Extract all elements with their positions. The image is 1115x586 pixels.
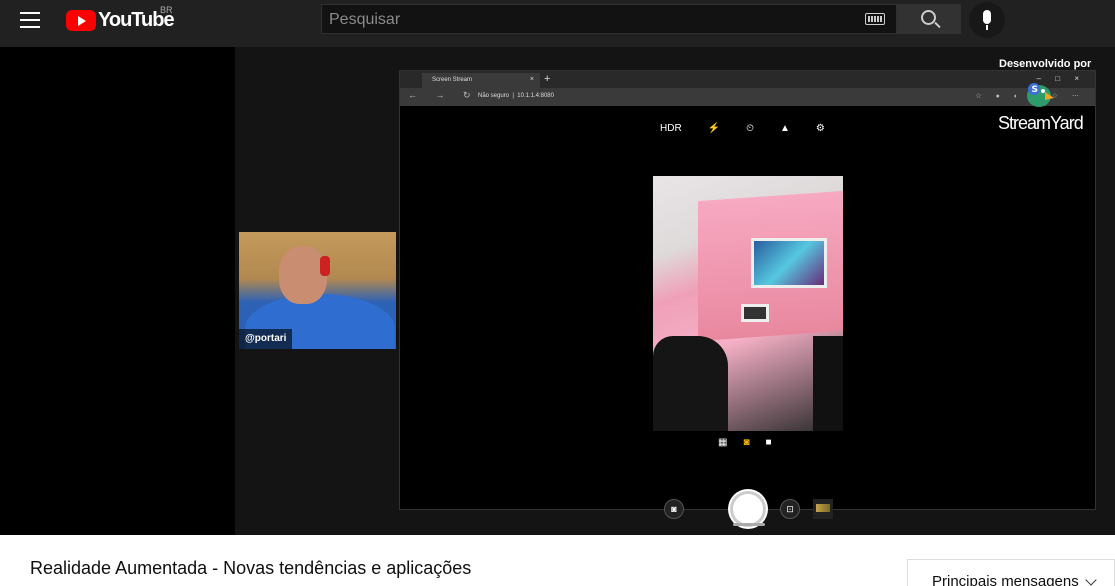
scan-icon: ⊡ <box>780 499 800 519</box>
branding-title: Desenvolvido por <box>999 58 1092 70</box>
shared-browser-window: Screen Stream × + – □ × ← → ↻ Não seguro… <box>399 70 1096 527</box>
security-label: Não seguro <box>478 93 510 99</box>
home-indicator <box>733 523 765 526</box>
flash-icon: ⚡ <box>707 123 721 134</box>
settings-icon: ⚙ <box>815 123 825 134</box>
menu-icon[interactable] <box>20 12 40 28</box>
timer-icon: ⏲ <box>746 123 754 134</box>
switch-camera-icon: ◙ <box>664 499 684 519</box>
webcam-feed: @portari <box>239 232 396 349</box>
video-title: Realidade Aumentada - Novas tendências e… <box>30 558 472 578</box>
person-head <box>279 246 327 304</box>
camera-preview <box>653 176 843 431</box>
hdr-icon: HDR <box>660 123 682 134</box>
dark-object <box>813 336 843 431</box>
video-player[interactable]: Screen Stream × + – □ × ← → ↻ Não seguro… <box>0 47 1115 535</box>
ar-marker <box>741 304 769 322</box>
camera-top-icons: HDR ⚡ ⏲ ▲ ⚙ <box>660 123 825 134</box>
search-icon <box>921 10 936 25</box>
youtube-logo[interactable]: YouTube <box>66 8 175 32</box>
headset-icon <box>320 256 330 276</box>
masthead: YouTube BR Pesquisar <box>0 0 1115 47</box>
chevron-down-icon <box>1085 574 1097 586</box>
below-player: Realidade Aumentada - Novas tendências e… <box>0 535 1115 586</box>
youtube-play-icon <box>66 9 96 31</box>
keyboard-icon[interactable] <box>865 13 885 25</box>
country-code: BR <box>160 5 173 15</box>
browser-nav-icons: ← → ↻ <box>408 90 479 100</box>
streamyard-logo-icon: S <box>1027 83 1054 107</box>
video-mode-icon: ■ <box>765 437 772 448</box>
browser-tabbar: Screen Stream × + – □ × <box>400 71 1095 88</box>
gallery-thumbnail <box>813 499 833 519</box>
svg-text:S: S <box>1032 85 1038 95</box>
camera-mode-icons: ▦ ◙ ■ <box>718 437 772 448</box>
photo-mode-icon: ◙ <box>743 437 750 448</box>
browser-tab-title: Screen Stream <box>432 77 473 83</box>
shutter-button-icon <box>730 491 766 527</box>
stream-stage: Screen Stream × + – □ × ← → ↻ Não seguro… <box>235 47 1115 535</box>
browser-url-bar: Não seguro | 10.1.1.4:8080 <box>478 93 554 99</box>
webcam-name-tag: @portari <box>239 329 293 349</box>
exposure-icon: ▲ <box>779 123 790 134</box>
browser-tab: Screen Stream × <box>422 73 540 88</box>
grid-mode-icon: ▦ <box>718 437 728 448</box>
mic-icon[interactable] <box>969 2 1005 38</box>
branding-name: StreamYard <box>998 113 1084 133</box>
search-placeholder: Pesquisar <box>329 11 401 28</box>
ar-screen <box>751 238 827 288</box>
new-tab-icon: + <box>544 73 551 85</box>
chat-filter-label: Principais mensagens <box>932 573 1079 586</box>
chat-filter-dropdown[interactable]: Principais mensagens <box>907 559 1115 586</box>
search-button[interactable] <box>897 4 961 34</box>
black-bag <box>653 336 728 431</box>
tab-close-icon: × <box>529 76 534 83</box>
search-input[interactable]: Pesquisar <box>321 4 897 34</box>
browser-toolbar: ← → ↻ Não seguro | 10.1.1.4:8080 ☆ ● ◐ ◻… <box>400 88 1095 106</box>
browser-url: 10.1.1.4:8080 <box>517 93 554 99</box>
